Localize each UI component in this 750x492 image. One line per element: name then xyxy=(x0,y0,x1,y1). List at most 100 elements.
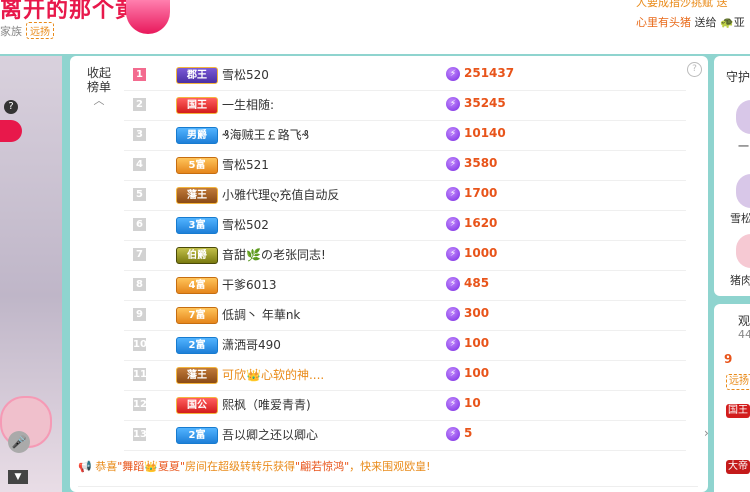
noble-badge: 3富 xyxy=(176,217,218,234)
viewer-tag: 国王 xyxy=(726,404,750,418)
notice-text: 送给 xyxy=(694,16,717,29)
rank-number: 10 xyxy=(133,338,147,351)
collapse-ranking-button[interactable]: 收起榜单 ︿ xyxy=(84,66,114,108)
ranking-row[interactable]: 11 藩王 可欣👑心软的神.... ⚡ 100 xyxy=(124,360,686,391)
ranking-row[interactable]: 4 5富 雪松521 ⚡ 3580 xyxy=(124,150,686,181)
contribution-score: 10 xyxy=(464,396,481,410)
notice-suffix: ，快来围观欧皇! xyxy=(349,460,431,473)
help-icon[interactable]: ? xyxy=(4,100,18,114)
viewer-panel: 观 44 9 远扬 国王 大帝 › xyxy=(704,304,750,492)
notice-user[interactable]: 心里有头猪 xyxy=(636,16,691,29)
viewer-title: 观 xyxy=(738,314,750,328)
contribution-score: 10140 xyxy=(464,126,506,140)
user-name[interactable]: 熙枫（唯爱青青) xyxy=(222,396,311,413)
contribution-score: 100 xyxy=(464,366,490,380)
question-icon[interactable]: ? xyxy=(687,62,702,77)
rank-number: 9 xyxy=(133,308,146,321)
user-name[interactable]: ₰海贼王￡路飞₰ xyxy=(222,126,309,143)
noble-badge: 2富 xyxy=(176,337,218,354)
viewer-tag: 大帝 xyxy=(726,460,750,474)
user-name[interactable]: 可欣👑心软的神.... xyxy=(222,366,324,383)
noble-badge: 藩王 xyxy=(176,187,218,204)
contribution-score: 5 xyxy=(464,426,473,440)
guard-avatar[interactable] xyxy=(736,174,750,208)
contribution-icon: ⚡ xyxy=(446,307,460,321)
guard-avatar[interactable] xyxy=(736,100,750,134)
contribution-score: 1700 xyxy=(464,186,498,200)
user-name[interactable]: 雪松520 xyxy=(222,66,269,83)
user-name[interactable]: 小雅代理ღ充值自动反 xyxy=(222,186,339,203)
notice-prefix: 恭喜 xyxy=(95,460,118,473)
user-name[interactable]: 一生相随: xyxy=(222,96,274,113)
noble-badge: 国公 xyxy=(176,397,218,414)
notice-room[interactable]: "舞蹈👑夏夏" xyxy=(117,460,185,473)
rank-number: 4 xyxy=(133,158,146,171)
rank-number: 6 xyxy=(133,218,146,231)
ranking-row[interactable]: 7 伯爵 音甜🌿の老张同志! ⚡ 1000 xyxy=(124,240,686,271)
contribution-icon: ⚡ xyxy=(446,337,460,351)
contribution-score: 485 xyxy=(464,276,490,290)
family-tag[interactable]: 远扬 xyxy=(26,22,54,39)
noble-badge: 伯爵 xyxy=(176,247,218,264)
ranking-row[interactable]: 3 男爵 ₰海贼王￡路飞₰ ⚡ 10140 xyxy=(124,120,686,151)
video-preview[interactable]: ? 🎤 ▼ xyxy=(0,56,62,492)
ranking-row[interactable]: 2 国王 一生相随: ⚡ 35245 xyxy=(124,90,686,121)
rank-number: 2 xyxy=(133,98,146,111)
contribution-score: 1620 xyxy=(464,216,498,230)
notice-tail: 亚 xyxy=(733,16,745,29)
contribution-score: 1000 xyxy=(464,246,498,260)
user-name[interactable]: 雪松502 xyxy=(222,216,269,233)
contribution-score: 35245 xyxy=(464,96,506,110)
user-name[interactable]: 吾以卿之还以卿心 xyxy=(222,426,318,443)
chevron-up-icon: ︿ xyxy=(93,94,105,107)
rank-number: 11 xyxy=(133,368,147,381)
noble-badge: 藩王 xyxy=(176,367,218,384)
ranking-row[interactable]: 12 国公 熙枫（唯爱青青) ⚡ 10 xyxy=(124,390,686,421)
user-name[interactable]: 雪松521 xyxy=(222,156,269,173)
rank-number: 5 xyxy=(133,188,146,201)
guard-name: 一 xyxy=(738,140,749,153)
banner-badge xyxy=(126,0,170,34)
ranking-row[interactable]: 6 3富 雪松502 ⚡ 1620 xyxy=(124,210,686,241)
viewer-tag: 远扬 xyxy=(726,374,750,390)
noble-badge: 4富 xyxy=(176,277,218,294)
guard-title: 守护 xyxy=(726,70,750,84)
noble-badge: 7富 xyxy=(176,307,218,324)
ranking-row[interactable]: 13 2富 吾以卿之还以卿心 ⚡ 5 xyxy=(124,420,686,451)
user-name[interactable]: 音甜🌿の老张同志! xyxy=(222,246,326,263)
contribution-score: 3580 xyxy=(464,156,498,170)
gift-icon: 🐢 xyxy=(720,16,734,29)
ranking-row[interactable]: 5 藩王 小雅代理ღ充值自动反 ⚡ 1700 xyxy=(124,180,686,211)
chevron-right-icon[interactable]: › xyxy=(704,426,709,440)
live-badge[interactable] xyxy=(0,120,22,142)
noble-badge: 5富 xyxy=(176,157,218,174)
contribution-icon: ⚡ xyxy=(446,127,460,141)
contribution-icon: ⚡ xyxy=(446,97,460,111)
system-notice: 📢 恭喜"舞蹈👑夏夏"房间在超级转转乐获得"翩若惊鸿"，快来围观欧皇! xyxy=(78,458,431,474)
ranking-row[interactable]: 8 4富 干爹6013 ⚡ 485 xyxy=(124,270,686,301)
noble-badge: 2富 xyxy=(176,427,218,444)
contribution-score: 100 xyxy=(464,336,490,350)
noble-badge: 郡王 xyxy=(176,67,218,84)
guard-name: 雪松 xyxy=(730,212,750,225)
mic-muted-icon[interactable]: 🎤 xyxy=(8,431,30,453)
notice-line-2: 心里有头猪 送给 🐢亚 xyxy=(636,14,745,30)
guard-name: 猪肉 xyxy=(730,274,750,287)
top-bar: 离开的那个黄昏 家族 远扬 人要成指沙挑赋 送 心里有头猪 送给 🐢亚 xyxy=(0,0,750,54)
rank-number: 7 xyxy=(133,248,146,261)
user-name[interactable]: 潇洒哥490 xyxy=(222,336,281,353)
chevron-down-icon[interactable]: ▼ xyxy=(8,470,28,484)
ranking-row[interactable]: 10 2富 潇洒哥490 ⚡ 100 xyxy=(124,330,686,361)
user-name[interactable]: 干爹6013 xyxy=(222,276,277,293)
ranking-row[interactable]: 9 7富 低調丶 年華nk ⚡ 300 xyxy=(124,300,686,331)
noble-badge: 国王 xyxy=(176,97,218,114)
user-name[interactable]: 低調丶 年華nk xyxy=(222,306,300,323)
rank-number: 3 xyxy=(133,128,146,141)
family-label-text: 家族 xyxy=(0,25,22,38)
guard-avatar[interactable] xyxy=(736,234,750,268)
contribution-score: 251437 xyxy=(464,66,515,80)
contribution-score: 300 xyxy=(464,306,490,320)
rank-number: 8 xyxy=(133,278,146,291)
ranking-row[interactable]: 1 郡王 雪松520 ⚡ 251437 xyxy=(124,60,686,91)
trumpet-icon: 📢 xyxy=(78,460,92,473)
